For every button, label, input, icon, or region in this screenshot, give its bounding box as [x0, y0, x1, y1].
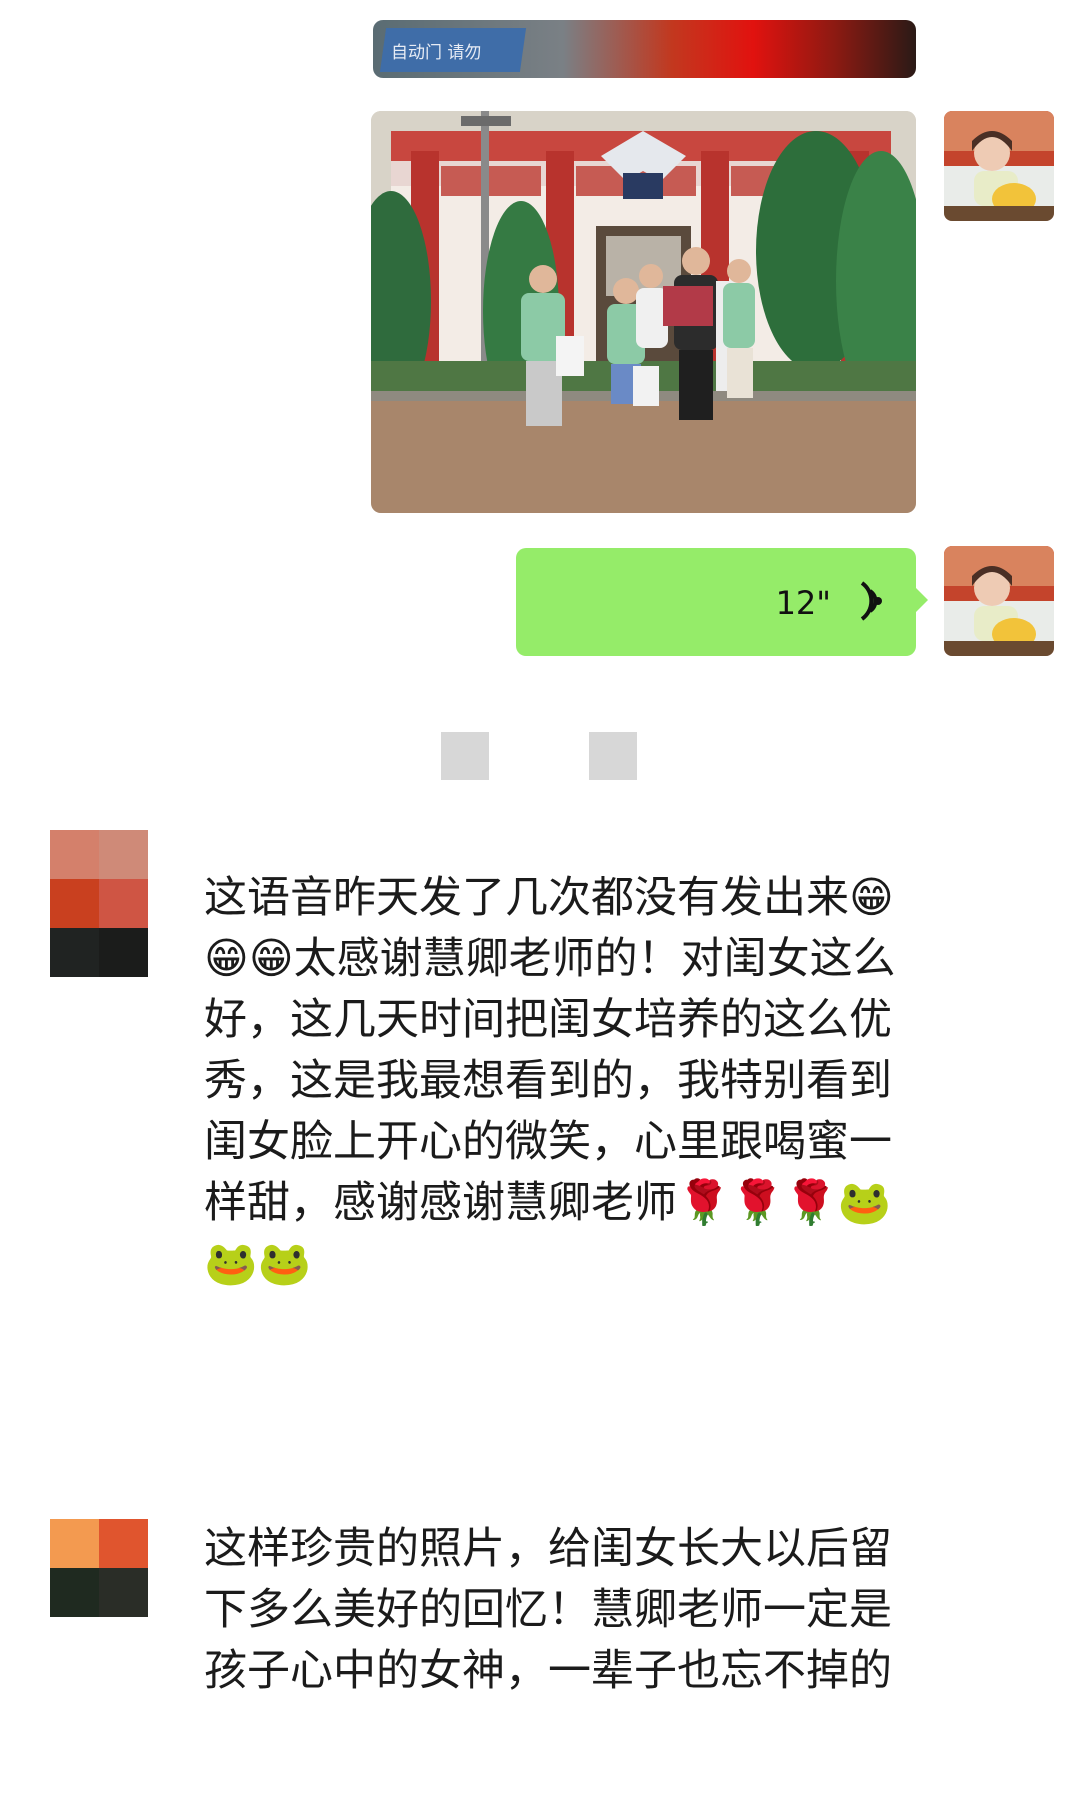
timestamp-placeholder — [589, 732, 637, 780]
avatar-self[interactable] — [944, 111, 1054, 221]
avatar-pixel — [50, 879, 99, 928]
avatar-pixel — [99, 928, 148, 977]
voice-duration: 12" — [775, 584, 831, 622]
avatar-pixel — [50, 830, 99, 879]
voice-wave-icon — [860, 581, 882, 621]
timestamp-placeholder — [441, 732, 489, 780]
avatar-pixel — [99, 1519, 148, 1568]
avatar-pixel — [50, 928, 99, 977]
voice-message-bubble[interactable]: 12" — [516, 548, 928, 656]
chat-image-top[interactable]: 自动门 请勿 — [373, 20, 916, 78]
avatar-contact[interactable] — [50, 830, 148, 977]
group-photo-illustration — [371, 111, 916, 513]
avatar-self[interactable] — [944, 546, 1054, 656]
avatar-pixel — [99, 1568, 148, 1617]
avatar-illustration — [944, 546, 1054, 656]
avatar-pixel — [50, 1519, 99, 1568]
avatar-pixel — [99, 879, 148, 928]
chat-message-text: 这语音昨天发了几次都没有发出来😁😁😁太感谢慧卿老师的！对闺女这么好，这几天时间把… — [204, 873, 896, 1289]
avatar-pixel — [50, 1568, 99, 1617]
sign-text: 自动门 请勿 — [391, 43, 482, 63]
chat-image-group-photo[interactable] — [371, 111, 916, 513]
avatar-illustration — [944, 111, 1054, 221]
chat-message-text: 这样珍贵的照片，给闺女长大以后留下多么美好的回忆！慧卿老师一定是孩子心中的女神，… — [204, 1524, 892, 1696]
avatar-contact[interactable] — [50, 1519, 148, 1666]
avatar-pixel — [99, 830, 148, 879]
